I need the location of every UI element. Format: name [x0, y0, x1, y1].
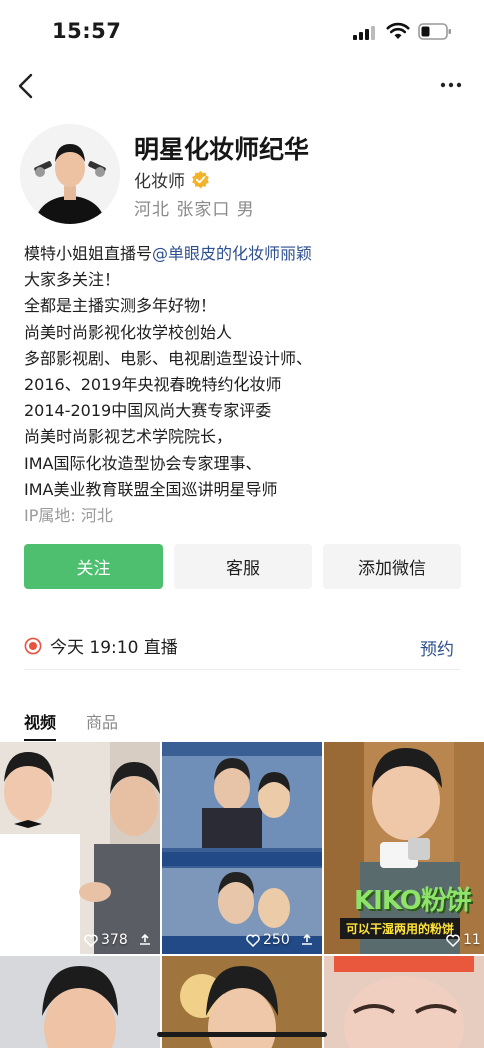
bio-line: IMA美业教育联盟全国巡讲明星导师: [24, 479, 278, 499]
video-thumbnail[interactable]: [0, 956, 160, 1048]
like-count-value: 11: [463, 932, 481, 948]
bio-line: 尚美时尚影视艺术学院院长，: [24, 427, 233, 447]
verified-icon: [192, 170, 209, 189]
status-time: 15:57: [52, 19, 122, 43]
like-count: 250: [246, 932, 290, 948]
status-bar: 15:57: [0, 0, 484, 62]
share-icon[interactable]: [300, 932, 314, 946]
like-icon: [246, 934, 260, 947]
video-thumbnail-image: [324, 956, 484, 1048]
live-schedule-row[interactable]: 今天 19:10 直播 预约: [24, 622, 460, 670]
signal-icon: [353, 26, 377, 40]
bio-line: 模特小姐姐直播号@单眼皮的化妆师丽颖: [24, 241, 464, 267]
battery-icon: [418, 23, 451, 40]
video-thumbnail-image: [0, 956, 160, 1048]
bio-line: 2016、2019年央视春晚特约化妆师: [24, 374, 282, 394]
bio-line: 全都是主播实测多年好物！: [24, 296, 217, 316]
video-thumbnail-image: [0, 742, 160, 954]
like-icon: [446, 934, 460, 947]
like-count-value: 250: [263, 932, 290, 948]
customer-service-button[interactable]: 客服: [174, 544, 312, 589]
avatar[interactable]: [20, 124, 120, 224]
live-icon: [24, 637, 42, 654]
tab-videos[interactable]: 视频: [24, 709, 57, 741]
reserve-button[interactable]: 预约: [420, 635, 454, 660]
like-count-value: 378: [101, 932, 128, 948]
profile-role: 化妆师: [134, 172, 185, 192]
bio-line: 多部影视剧、电影、电视剧造型设计师、: [24, 348, 313, 368]
bio-prefix: 模特小姐姐直播号: [24, 244, 153, 263]
follow-button[interactable]: 关注: [24, 544, 163, 589]
bio-line: 尚美时尚影视化妆学校创始人: [24, 322, 233, 342]
video-thumbnail[interactable]: KIKO粉饼 可以干湿两用的粉饼 11: [324, 742, 484, 954]
profile-name: 明星化妆师纪华: [134, 135, 310, 164]
content-tabs: 视频 商品: [24, 709, 148, 741]
add-wechat-button[interactable]: 添加微信: [323, 544, 461, 589]
home-indicator[interactable]: [157, 1032, 327, 1037]
role-row: 化妆师: [134, 167, 210, 192]
like-count: 378: [84, 932, 128, 948]
video-thumbnail[interactable]: [324, 956, 484, 1048]
live-schedule-text: 今天 19:10 直播: [50, 638, 178, 658]
tab-products[interactable]: 商品: [86, 709, 118, 741]
more-icon[interactable]: [440, 80, 462, 90]
bio: 模特小姐姐直播号@单眼皮的化妆师丽颖 大家多关注！ 全都是主播实测多年好物！ 尚…: [24, 241, 464, 529]
bio-line: 大家多关注！: [24, 270, 121, 290]
video-overlay-subtitle: 可以干湿两用的粉饼: [340, 918, 461, 939]
action-buttons: 关注 客服 添加微信: [24, 544, 461, 589]
bio-mention-link[interactable]: @单眼皮的化妆师丽颖: [152, 244, 312, 263]
wifi-icon: [386, 22, 410, 39]
bio-line: 2014-2019中国风尚大赛专家评委: [24, 401, 272, 421]
ip-location: IP属地: 河北: [24, 505, 113, 525]
video-thumbnail[interactable]: 378: [0, 742, 160, 954]
like-icon: [84, 934, 98, 947]
avatar-portrait: [20, 124, 120, 224]
video-thumbnail[interactable]: 250: [162, 742, 322, 954]
video-thumbnail-image: [162, 742, 322, 954]
video-grid: 378 250 KIKO粉饼 可以干湿两用的粉饼 11: [0, 742, 484, 1048]
like-count: 11: [446, 932, 481, 948]
back-icon[interactable]: [14, 72, 40, 100]
profile-location: 河北 张家口 男: [134, 200, 255, 220]
bio-line: IMA国际化妆造型协会专家理事、: [24, 453, 262, 473]
video-overlay-title: KIKO粉饼: [354, 886, 472, 916]
share-icon[interactable]: [138, 932, 152, 946]
